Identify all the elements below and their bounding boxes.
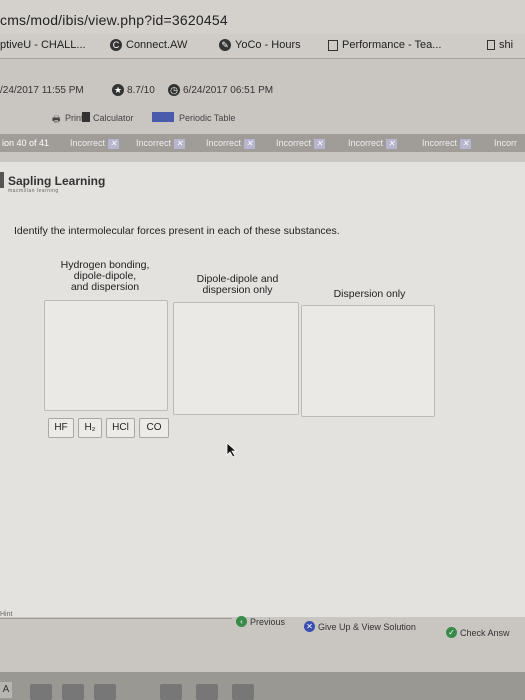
question-status-7[interactable]: Incorr: [494, 138, 517, 148]
choice-co[interactable]: CO: [139, 418, 169, 438]
arrow-left-icon: ‹: [236, 616, 247, 627]
question-position: ion 40 of 41: [2, 138, 50, 148]
question-status-5[interactable]: Incorrect ✕: [348, 138, 398, 149]
calculator-icon: [82, 112, 90, 122]
printer-icon: 🖶: [52, 114, 61, 124]
x-icon: ✕: [244, 139, 256, 149]
bookmark-performance[interactable]: Performance - Tea...: [328, 39, 441, 51]
question-status-2[interactable]: Incorrect ✕: [136, 138, 186, 149]
due-date: 6/24/2017 06:51 PM: [183, 85, 274, 96]
bookmark-label: Connect.AW: [126, 39, 188, 51]
bookmark-shi[interactable]: shi: [487, 39, 513, 51]
print-button[interactable]: Print: [65, 113, 84, 123]
c-circle-icon: C: [110, 39, 122, 51]
previous-button[interactable]: ‹ Previous: [236, 616, 285, 627]
screen: cms/mod/ibis/view.php?id=3620454 ptiveU …: [0, 0, 525, 700]
category-heading-2: Dipole-dipole and dispersion only: [196, 273, 279, 296]
bookmark-adaptiveu[interactable]: ptiveU - CHALL...: [0, 39, 86, 51]
taskbar-app-icon[interactable]: [30, 684, 52, 700]
x-icon: ✕: [108, 139, 120, 149]
question-navigation: ion 40 of 41 Incorrect ✕ Incorrect ✕ Incor…: [0, 134, 525, 152]
taskbar-app-icon[interactable]: [160, 684, 182, 700]
choice-hf[interactable]: HF: [48, 418, 74, 438]
taskbar-app-icon[interactable]: [232, 684, 254, 700]
question-status-6[interactable]: Incorrect ✕: [422, 138, 472, 149]
bookmark-square-icon: [328, 39, 338, 51]
logo-title: Sapling Learning: [8, 174, 106, 188]
mouse-cursor-icon: [226, 442, 238, 458]
tag-circle-icon: ✎: [219, 39, 231, 51]
logo-subtitle: macmillan learning: [8, 188, 59, 194]
logo-mark-icon: [0, 172, 4, 188]
bookmarks-bar: ptiveU - CHALL... C Connect.AW ✎ YoCo - …: [0, 34, 525, 59]
periodic-table-button[interactable]: Periodic Table: [179, 113, 235, 123]
x-icon: ✕: [174, 139, 186, 149]
taskbar-app-icon[interactable]: [62, 684, 84, 700]
bookmark-label: YoCo - Hours: [235, 39, 301, 51]
calculator-button[interactable]: Calculator: [93, 113, 134, 123]
x-icon: ✕: [460, 139, 472, 149]
bookmark-label: shi: [499, 39, 514, 51]
x-icon: ✕: [314, 139, 326, 149]
drop-zone-dipole[interactable]: [173, 302, 299, 415]
question-status-4[interactable]: Incorrect ✕: [276, 138, 326, 149]
address-bar[interactable]: cms/mod/ibis/view.php?id=3620454: [0, 0, 525, 35]
bookmark-yoco[interactable]: ✎ YoCo - Hours: [219, 39, 301, 51]
check-answer-button[interactable]: ✓ Check Answ: [446, 627, 510, 638]
divider: [0, 618, 232, 619]
bookmark-label: Performance - Tea...: [342, 39, 442, 51]
bookmark-label: ptiveU - CHALL...: [0, 39, 86, 51]
assignment-info: /24/2017 11:55 PM ★ 8.7/10 ◷ 6/24/2017 0…: [0, 80, 525, 100]
flag-icon: ✕: [304, 621, 315, 632]
score-icon: ★: [112, 84, 124, 96]
taskbar-start[interactable]: A: [0, 682, 12, 698]
choice-h2[interactable]: H₂: [78, 418, 102, 438]
give-up-button[interactable]: ✕ Give Up & View Solution: [304, 621, 416, 632]
clock-icon: ◷: [168, 84, 180, 96]
taskbar-app-icon[interactable]: [196, 684, 218, 700]
bookmark-connect[interactable]: C Connect.AW: [110, 39, 187, 51]
url-text[interactable]: cms/mod/ibis/view.php?id=3620454: [0, 12, 228, 28]
question-status-3[interactable]: Incorrect ✕: [206, 138, 256, 149]
page-icon: [487, 40, 495, 50]
taskbar-app-icon[interactable]: [94, 684, 116, 700]
drop-zone-hbond[interactable]: [44, 300, 168, 411]
hint-link[interactable]: Hint: [0, 611, 12, 618]
choice-hcl[interactable]: HCl: [106, 418, 135, 438]
drop-zone-dispersion[interactable]: [301, 305, 435, 417]
x-icon: ✕: [386, 139, 398, 149]
check-icon: ✓: [446, 627, 457, 638]
category-heading-3: Dispersion only: [333, 288, 406, 300]
tools-toolbar: 🖶 Print Calculator Periodic Table: [0, 110, 525, 126]
question-prompt: Identify the intermolecular forces prese…: [14, 225, 340, 237]
question-status-1[interactable]: Incorrect ✕: [70, 138, 120, 149]
category-heading-1: Hydrogen bonding, dipole-dipole, and dis…: [60, 259, 150, 293]
score-text: 8.7/10: [127, 85, 155, 96]
periodic-table-icon: [152, 112, 174, 122]
open-date: /24/2017 11:55 PM: [0, 85, 84, 96]
